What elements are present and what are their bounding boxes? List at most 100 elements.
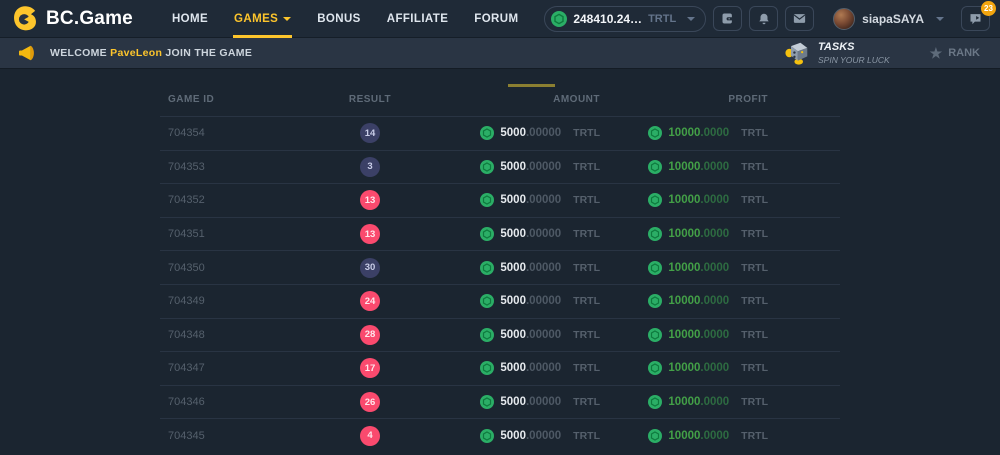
result-cell: 13 — [290, 224, 450, 244]
amount-integer: 5000 — [500, 329, 526, 341]
result-badge: 4 — [360, 426, 380, 446]
profit-integer: 10000 — [668, 295, 700, 307]
profit-decimals: .0000 — [700, 396, 729, 408]
result-badge: 24 — [360, 291, 380, 311]
trtl-coin-icon — [648, 294, 662, 308]
profit-cell: 10000.0000 TRTL — [600, 294, 768, 308]
star-icon: ★ — [930, 46, 943, 60]
amount-cell: 5000.00000 TRTL — [450, 227, 600, 241]
table-row[interactable]: 704345 4 5000.00000 TRTL 10000.0000 TRTL — [160, 418, 840, 452]
tasks-button[interactable]: TASKS SPIN YOUR LUCK — [784, 41, 890, 65]
amount-currency: TRTL — [573, 430, 600, 442]
amount-currency: TRTL — [573, 362, 600, 374]
result-cell: 13 — [290, 190, 450, 210]
profit-decimals: .0000 — [700, 127, 729, 139]
header-game-id: GAME ID — [160, 94, 290, 105]
table-row[interactable]: 704346 26 5000.00000 TRTL 10000.0000 TRT… — [160, 385, 840, 419]
profit-integer: 10000 — [668, 262, 700, 274]
profit-cell: 10000.0000 TRTL — [600, 193, 768, 207]
balance-currency: TRTL — [648, 13, 676, 25]
amount-integer: 5000 — [500, 430, 526, 442]
profit-currency: TRTL — [741, 127, 768, 139]
table-row[interactable]: 704354 14 5000.00000 TRTL 10000.0000 TRT… — [160, 116, 840, 150]
table-header-row: GAME ID RESULT AMOUNT PROFIT — [160, 83, 840, 116]
wallet-button[interactable] — [713, 6, 742, 31]
table-row[interactable]: 704347 17 5000.00000 TRTL 10000.0000 TRT… — [160, 351, 840, 385]
amount-currency: TRTL — [573, 295, 600, 307]
profit-integer: 10000 — [668, 329, 700, 341]
messages-button[interactable] — [785, 6, 814, 31]
profit-integer: 10000 — [668, 194, 700, 206]
profit-cell: 10000.0000 TRTL — [600, 429, 768, 443]
table-row[interactable]: 704351 13 5000.00000 TRTL 10000.0000 TRT… — [160, 217, 840, 251]
bcgame-logo[interactable]: BC.Game — [12, 5, 133, 32]
nav-item-affiliate[interactable]: AFFILIATE — [374, 0, 462, 38]
profit-integer: 10000 — [668, 362, 700, 374]
table-row[interactable]: 704352 13 5000.00000 TRTL 10000.0000 TRT… — [160, 183, 840, 217]
announcement-text: WELCOME PaveLeon JOIN THE GAME — [50, 47, 252, 59]
profit-currency: TRTL — [741, 228, 768, 240]
profit-decimals: .0000 — [700, 295, 729, 307]
profit-decimals: .0000 — [700, 430, 729, 442]
chat-button[interactable]: 23 — [961, 6, 990, 31]
trtl-coin-icon — [648, 193, 662, 207]
chat-unread-badge: 23 — [981, 1, 996, 16]
announcement-bar: WELCOME PaveLeon JOIN THE GAME TASKS SPI… — [0, 38, 1000, 69]
profit-cell: 10000.0000 TRTL — [600, 227, 768, 241]
trtl-coin-icon — [480, 126, 494, 140]
trtl-coin-icon — [648, 361, 662, 375]
trtl-coin-icon — [480, 294, 494, 308]
rank-button[interactable]: ★ RANK — [930, 46, 980, 60]
wallet-icon — [720, 11, 735, 26]
amount-decimals: .00000 — [526, 161, 561, 173]
result-cell: 14 — [290, 123, 450, 143]
active-tab-indicator — [508, 84, 555, 87]
amount-integer: 5000 — [500, 262, 526, 274]
profit-decimals: .0000 — [700, 262, 729, 274]
game-id-cell: 704345 — [160, 430, 290, 442]
result-badge: 17 — [360, 358, 380, 378]
amount-cell: 5000.00000 TRTL — [450, 126, 600, 140]
nav-item-forum[interactable]: FORUM — [461, 0, 531, 38]
table-row[interactable]: 704349 24 5000.00000 TRTL 10000.0000 TRT… — [160, 284, 840, 318]
profit-currency: TRTL — [741, 161, 768, 173]
trtl-coin-icon — [480, 361, 494, 375]
amount-integer: 5000 — [500, 396, 526, 408]
nav-item-home[interactable]: HOME — [159, 0, 221, 38]
navbar-right: 248410.24… TRTL siapaSAYA — [544, 6, 990, 32]
table-row[interactable]: 704348 28 5000.00000 TRTL 10000.0000 TRT… — [160, 318, 840, 352]
trtl-coin-icon — [648, 227, 662, 241]
nav-item-bonus[interactable]: BONUS — [304, 0, 374, 38]
amount-currency: TRTL — [573, 262, 600, 274]
result-badge: 3 — [360, 157, 380, 177]
notifications-button[interactable] — [749, 6, 778, 31]
game-id-cell: 704350 — [160, 262, 290, 274]
profit-currency: TRTL — [741, 396, 768, 408]
profit-currency: TRTL — [741, 194, 768, 206]
trtl-coin-icon — [648, 328, 662, 342]
amount-cell: 5000.00000 TRTL — [450, 160, 600, 174]
amount-decimals: .00000 — [526, 430, 561, 442]
nav-item-games[interactable]: GAMES — [221, 0, 304, 38]
announcement-right: TASKS SPIN YOUR LUCK ★ RANK — [784, 41, 984, 65]
profit-currency: TRTL — [741, 362, 768, 374]
table-row[interactable]: 704353 3 5000.00000 TRTL 10000.0000 TRTL — [160, 150, 840, 184]
amount-currency: TRTL — [573, 228, 600, 240]
amount-currency: TRTL — [573, 161, 600, 173]
user-menu[interactable]: siapaSAYA — [833, 8, 944, 30]
announcement-username: PaveLeon — [110, 47, 162, 59]
result-cell: 28 — [290, 325, 450, 345]
profit-integer: 10000 — [668, 127, 700, 139]
table-row[interactable]: 704350 30 5000.00000 TRTL 10000.0000 TRT… — [160, 250, 840, 284]
amount-cell: 5000.00000 TRTL — [450, 193, 600, 207]
amount-cell: 5000.00000 TRTL — [450, 395, 600, 409]
amount-integer: 5000 — [500, 127, 526, 139]
result-badge: 13 — [360, 190, 380, 210]
avatar — [833, 8, 855, 30]
balance-selector[interactable]: 248410.24… TRTL — [544, 6, 706, 32]
dice-icon — [784, 41, 810, 65]
trtl-coin-icon — [648, 160, 662, 174]
amount-cell: 5000.00000 TRTL — [450, 361, 600, 375]
amount-cell: 5000.00000 TRTL — [450, 261, 600, 275]
bets-table: GAME ID RESULT AMOUNT PROFIT 704354 14 5… — [160, 83, 840, 452]
